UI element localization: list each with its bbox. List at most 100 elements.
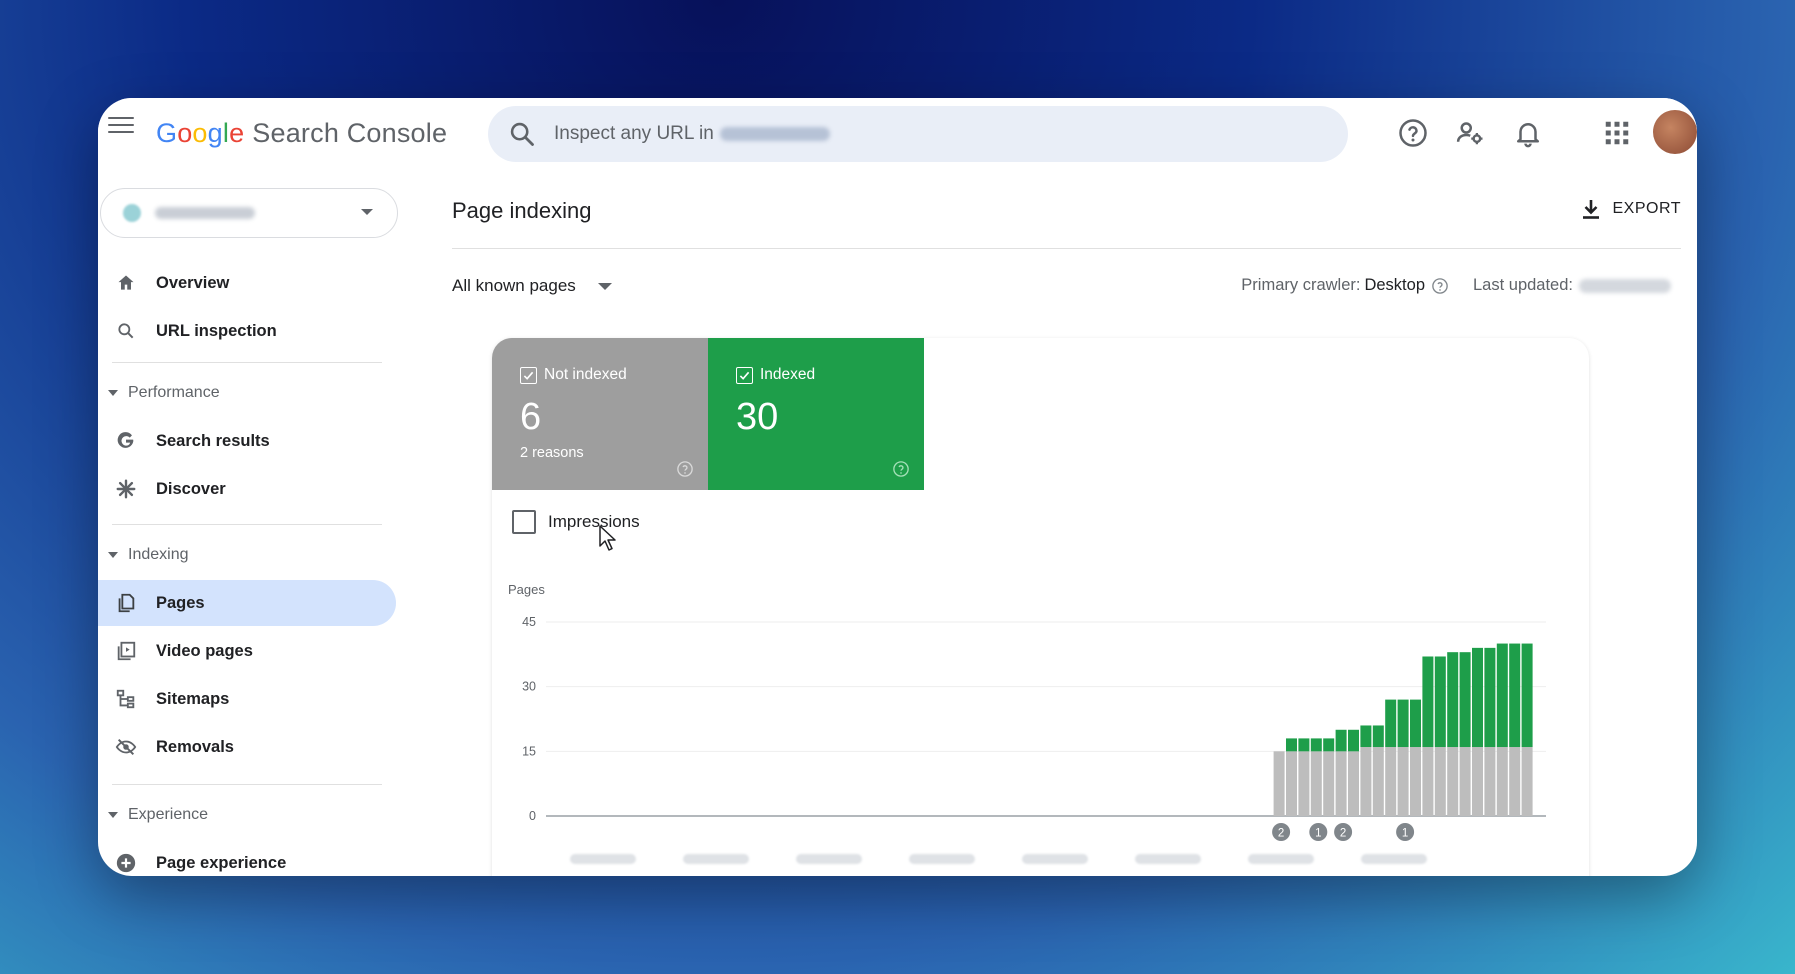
bar-not-indexed [1385, 747, 1397, 816]
page-filter-dropdown[interactable]: All known pages [452, 276, 612, 296]
search-placeholder: Inspect any URL in [554, 123, 714, 144]
blurred-x-tick-label [570, 854, 636, 864]
account-avatar[interactable] [1653, 110, 1697, 154]
bar-not-indexed [1348, 751, 1359, 816]
help-icon[interactable] [1431, 277, 1449, 295]
chevron-down-icon [361, 209, 373, 215]
sidebar-item-page-experience[interactable]: Page experience [98, 840, 396, 876]
menu-icon[interactable] [108, 112, 134, 138]
logo-letter: G [156, 118, 178, 148]
user-settings-icon[interactable] [1455, 118, 1485, 148]
mouse-cursor-icon [599, 525, 616, 551]
blurred-x-tick-label [1022, 854, 1088, 864]
page-title: Page indexing [452, 198, 592, 223]
y-axis-title: Pages [508, 582, 545, 597]
blurred-property-name [155, 207, 255, 219]
y-tick-label: 30 [522, 680, 536, 694]
bar-not-indexed [1434, 747, 1446, 816]
bar-indexed [1298, 738, 1310, 752]
bar-not-indexed [1286, 751, 1297, 816]
section-indexing[interactable]: Indexing [98, 540, 396, 570]
bar-not-indexed [1496, 747, 1508, 816]
sidebar-item-label: Pages [156, 593, 205, 612]
video-page-icon [117, 641, 136, 661]
tile-label: Indexed [760, 366, 816, 383]
bar-indexed [1521, 643, 1533, 748]
sidebar-item-removals[interactable]: Removals [98, 724, 396, 770]
last-updated-label: Last updated: [1473, 276, 1573, 294]
annotation-label: 1 [1315, 828, 1321, 840]
main-content: Page indexing EXPORT All known pages Pri… [428, 170, 1697, 876]
blurred-x-tick-label [1135, 854, 1201, 864]
sidebar-item-url-inspection[interactable]: URL inspection [98, 308, 396, 354]
impressions-toggle[interactable]: Impressions [512, 510, 640, 534]
app-logo[interactable]: Google Search Console [156, 118, 447, 149]
sidebar-item-label: Discover [156, 479, 226, 498]
indexed-tile[interactable]: Indexed 30 [708, 338, 924, 490]
bar-not-indexed [1273, 751, 1285, 816]
help-icon[interactable] [1398, 118, 1428, 148]
bar-not-indexed [1323, 751, 1335, 816]
bar-indexed [1410, 699, 1421, 748]
bar-not-indexed [1484, 747, 1496, 816]
logo-letter: o [192, 118, 208, 148]
section-experience[interactable]: Experience [98, 800, 396, 830]
logo-letter: g [207, 118, 223, 148]
search-icon [118, 323, 134, 339]
bar-indexed [1286, 738, 1297, 752]
notifications-bell-icon[interactable] [1513, 118, 1543, 148]
annotation-label: 2 [1340, 828, 1346, 840]
apps-grid-icon[interactable] [1602, 118, 1632, 148]
bar-indexed [1484, 647, 1496, 748]
bar-not-indexed [1335, 751, 1347, 816]
plus-circle-icon [116, 853, 136, 873]
bar-indexed [1422, 656, 1434, 748]
export-button[interactable]: EXPORT [1581, 198, 1682, 220]
annotation-label: 1 [1402, 828, 1408, 840]
bar-not-indexed [1509, 747, 1521, 816]
sidebar-item-overview[interactable]: Overview [98, 260, 396, 306]
sidebar-item-video-pages[interactable]: Video pages [98, 628, 396, 674]
bar-indexed [1472, 647, 1483, 748]
export-label: EXPORT [1612, 200, 1681, 217]
help-icon[interactable] [676, 460, 694, 478]
bar-not-indexed [1410, 747, 1421, 816]
url-inspect-search[interactable]: Inspect any URL in [488, 106, 1348, 162]
bar-indexed [1447, 652, 1459, 748]
sidebar-item-pages[interactable]: Pages [98, 580, 396, 626]
checkbox-checked-icon[interactable] [736, 366, 753, 384]
section-label: Experience [128, 806, 209, 823]
sidebar-item-search-results[interactable]: Search results [98, 418, 396, 464]
crawler-value: Desktop [1364, 276, 1425, 294]
header-divider [452, 248, 1681, 249]
section-performance[interactable]: Performance [98, 378, 396, 408]
sidebar-item-sitemaps[interactable]: Sitemaps [98, 676, 396, 722]
section-label: Indexing [128, 546, 189, 563]
search-icon [510, 122, 534, 146]
help-icon[interactable] [892, 460, 910, 478]
collapse-triangle-icon [108, 812, 118, 818]
blurred-date [1579, 278, 1671, 293]
download-icon [1582, 200, 1599, 219]
sidebar-item-discover[interactable]: Discover [98, 466, 396, 512]
caret-down-icon [597, 282, 612, 290]
bar-indexed [1496, 643, 1508, 748]
sidebar-divider [112, 362, 382, 363]
bar-indexed [1335, 729, 1347, 752]
tile-subtext: 2 reasons [520, 445, 584, 461]
product-name: Search Console [252, 118, 448, 148]
collapse-triangle-icon [108, 552, 118, 558]
bar-not-indexed [1472, 747, 1483, 816]
property-selector[interactable] [100, 188, 398, 238]
pages-chart: Pages 45 30 15 0 2 1 2 1 [508, 582, 1546, 864]
checkbox-checked-icon[interactable] [520, 366, 537, 384]
not-indexed-tile[interactable]: Not indexed 6 2 reasons [492, 338, 708, 490]
bar-indexed [1385, 699, 1397, 748]
checkbox-unchecked-icon[interactable] [512, 510, 536, 534]
sidebar-item-label: Removals [156, 737, 234, 756]
bar-indexed [1509, 643, 1521, 748]
crawler-meta: Primary crawler: Desktop Last updated: [1241, 276, 1671, 295]
bar-indexed [1310, 738, 1322, 752]
blurred-x-tick-label [796, 854, 862, 864]
logo-letter: e [229, 118, 245, 148]
